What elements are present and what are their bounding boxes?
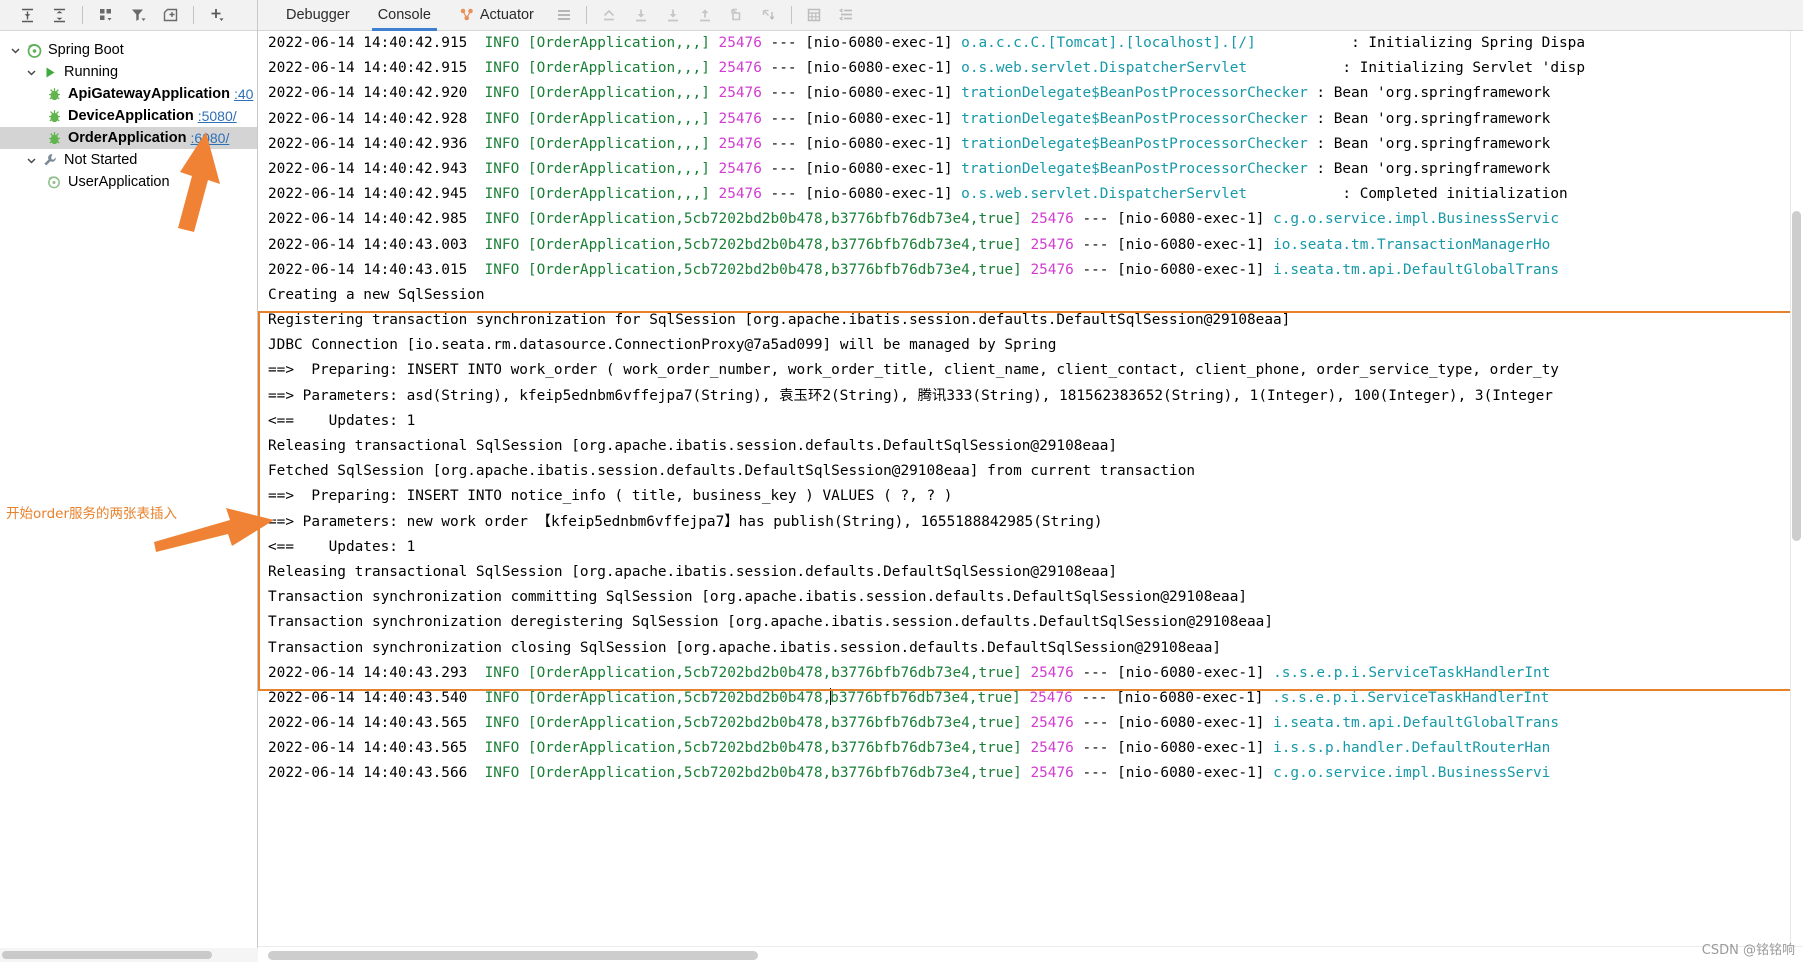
annotation-label: 开始order服务的两张表插入 <box>6 506 177 522</box>
console-plain-line: Releasing transactional SqlSession [org.… <box>268 563 1118 580</box>
spring-boot-icon <box>44 173 64 191</box>
step-into-icon[interactable] <box>658 2 688 28</box>
toolbar-divider <box>82 6 83 24</box>
console-hscrollbar[interactable] <box>258 946 1803 962</box>
chevron-down-icon[interactable] <box>6 41 24 59</box>
toolbar-divider-4 <box>790 6 792 24</box>
console-plain-line: Transaction synchronization deregisterin… <box>268 614 1274 631</box>
services-hscrollbar[interactable] <box>0 948 258 962</box>
run-to-cursor-icon[interactable] <box>722 2 752 28</box>
tree-node-running[interactable]: Running <box>0 61 257 83</box>
console-vscrollbar[interactable] <box>1790 31 1803 946</box>
tree-node-label: Running <box>64 64 119 80</box>
drop-frame-icon[interactable] <box>754 2 784 28</box>
sidebar-item-label: UserApplication <box>68 174 170 190</box>
run-triangle-icon <box>40 63 60 81</box>
app-port-link[interactable]: :40 <box>234 86 253 102</box>
sidebar-item-userapplication[interactable]: UserApplication <box>0 171 257 193</box>
console-plain-line: <== Updates: 1 <box>268 538 416 555</box>
tree-node-label: Not Started <box>64 152 138 168</box>
add-icon[interactable] <box>202 2 232 28</box>
tree-node-not-started[interactable]: Not Started <box>0 149 257 171</box>
console-panel: Debugger Console Actuator 2022-06-14 14:… <box>258 0 1803 962</box>
tab-console[interactable]: Console <box>364 0 445 31</box>
scrollbar-thumb[interactable] <box>2 951 212 959</box>
idea-debug-window: Spring Boot Running ApiGatewayApplicatio… <box>0 0 1803 962</box>
console-plain-line: ==> Parameters: asd(String), kfeip5ednbm… <box>268 387 1553 404</box>
app-port-link[interactable]: :6080/ <box>190 130 229 146</box>
sidebar-item-apigatewayapplication[interactable]: ApiGatewayApplication :40 <box>0 83 257 105</box>
console-log-line: 2022-06-14 14:40:43.003 INFO [OrderAppli… <box>268 236 1551 253</box>
spring-bean-icon <box>44 129 64 147</box>
console-plain-line: Creating a new SqlSession <box>268 286 485 303</box>
wrench-icon <box>40 151 60 169</box>
step-out-icon[interactable] <box>594 2 624 28</box>
console-log-line: 2022-06-14 14:40:43.540 INFO [OrderAppli… <box>268 687 1550 706</box>
console-log-line: 2022-06-14 14:40:43.565 INFO [OrderAppli… <box>268 740 1551 757</box>
add-frame-icon[interactable] <box>155 2 185 28</box>
console-log-line: 2022-06-14 14:40:43.293 INFO [OrderAppli… <box>268 664 1551 681</box>
console-output[interactable]: 2022-06-14 14:40:42.915 INFO [OrderAppli… <box>258 31 1803 946</box>
console-plain-line: ==> Preparing: INSERT INTO work_order ( … <box>268 362 1559 379</box>
console-plain-line: ==> Preparing: INSERT INTO notice_info (… <box>268 488 953 505</box>
console-plain-line: Releasing transactional SqlSession [org.… <box>268 438 1118 454</box>
watermark-label: CSDN @铭铭响 <box>1701 943 1795 958</box>
console-log-lines: 2022-06-14 14:40:42.915 INFO [OrderAppli… <box>258 31 1585 787</box>
chevron-down-icon[interactable] <box>22 151 40 169</box>
actuator-icon <box>459 3 475 34</box>
console-toolbar: Debugger Console Actuator <box>258 0 1803 31</box>
sidebar-item-label: ApiGatewayApplication <box>68 86 230 102</box>
console-plain-line: <== Updates: 1 <box>268 412 416 429</box>
console-plain-line: Transaction synchronization committing S… <box>268 589 1248 606</box>
scrollbar-thumb[interactable] <box>1792 211 1801 541</box>
console-log-line: 2022-06-14 14:40:43.566 INFO [OrderAppli… <box>268 765 1551 782</box>
console-log-line: 2022-06-14 14:40:42.920 INFO [OrderAppli… <box>268 85 1551 102</box>
console-log-line: 2022-06-14 14:40:42.943 INFO [OrderAppli… <box>268 160 1551 177</box>
console-plain-line: JDBC Connection [io.seata.rm.datasource.… <box>268 337 1057 354</box>
collapse-all-icon[interactable] <box>44 2 74 28</box>
console-log-line: 2022-06-14 14:40:42.985 INFO [OrderAppli… <box>268 211 1559 228</box>
spring-bean-icon <box>44 85 64 103</box>
app-port-link[interactable]: :5080/ <box>198 108 237 124</box>
chevron-down-icon[interactable] <box>22 63 40 81</box>
sidebar-item-orderapplication[interactable]: OrderApplication :6080/ <box>0 127 257 149</box>
sidebar-item-deviceapplication[interactable]: DeviceApplication :5080/ <box>0 105 257 127</box>
force-step-into-icon[interactable] <box>690 2 720 28</box>
toolbar-divider-3 <box>585 6 587 24</box>
scrollbar-thumb[interactable] <box>268 951 758 960</box>
layout-menu-icon[interactable] <box>549 2 579 28</box>
console-log-line: 2022-06-14 14:40:43.015 INFO [OrderAppli… <box>268 261 1559 278</box>
console-log-line: 2022-06-14 14:40:42.936 INFO [OrderAppli… <box>268 135 1551 152</box>
console-log-line: 2022-06-14 14:40:42.945 INFO [OrderAppli… <box>268 186 1577 203</box>
services-panel: Spring Boot Running ApiGatewayApplicatio… <box>0 0 258 962</box>
console-plain-line: ==> Parameters: new work order 【kfeip5ed… <box>268 513 1103 530</box>
tab-actuator-label: Actuator <box>479 6 534 23</box>
spring-bean-icon <box>44 107 64 125</box>
console-plain-line: Transaction synchronization closing SqlS… <box>268 639 1222 656</box>
evaluate-table-icon[interactable] <box>799 2 829 28</box>
toolbar-divider-2 <box>193 6 194 24</box>
soft-wrap-icon[interactable] <box>831 2 861 28</box>
console-log-line: 2022-06-14 14:40:42.928 INFO [OrderAppli… <box>268 110 1551 127</box>
step-over-icon[interactable] <box>626 2 656 28</box>
console-plain-line: Registering transaction synchronization … <box>268 312 1291 329</box>
sidebar-item-label: DeviceApplication <box>68 108 194 124</box>
tree-node-label: Spring Boot <box>48 42 124 58</box>
services-toolbar <box>0 0 257 31</box>
tree-node-spring-boot[interactable]: Spring Boot <box>0 39 257 61</box>
group-by-icon[interactable] <box>91 2 121 28</box>
tab-actuator[interactable]: Actuator <box>445 0 548 31</box>
expand-all-icon[interactable] <box>12 2 42 28</box>
sidebar-item-label: OrderApplication <box>68 130 187 146</box>
services-tree: Spring Boot Running ApiGatewayApplicatio… <box>0 31 257 193</box>
console-log-line: 2022-06-14 14:40:43.565 INFO [OrderAppli… <box>268 715 1559 732</box>
tab-debugger[interactable]: Debugger <box>272 0 364 31</box>
console-log-line: 2022-06-14 14:40:42.915 INFO [OrderAppli… <box>268 35 1585 51</box>
spring-boot-icon <box>24 41 44 59</box>
filter-icon[interactable] <box>123 2 153 28</box>
console-log-line: 2022-06-14 14:40:42.915 INFO [OrderAppli… <box>268 60 1585 77</box>
console-plain-line: Fetched SqlSession [org.apache.ibatis.se… <box>268 463 1196 480</box>
